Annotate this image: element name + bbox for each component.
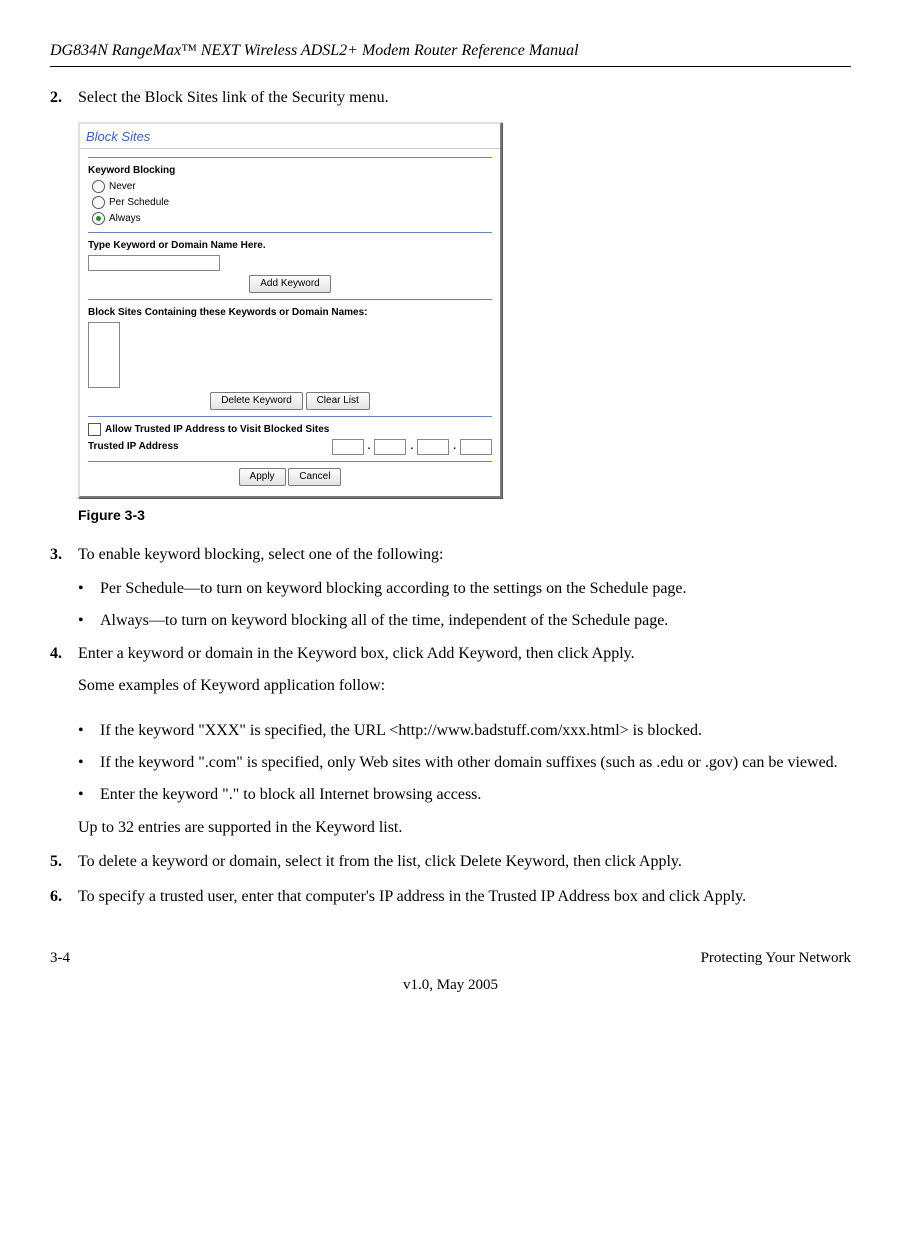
keyword-input[interactable]	[88, 255, 220, 271]
step-number: 2.	[50, 87, 78, 109]
option-never[interactable]: Never	[92, 180, 492, 194]
step-number: 4.	[50, 643, 78, 708]
keyword-listbox[interactable]	[88, 322, 120, 388]
bullet-icon: •	[78, 784, 100, 806]
step-3: 3. To enable keyword blocking, select on…	[50, 544, 851, 566]
delete-keyword-button[interactable]: Delete Keyword	[210, 392, 303, 410]
figure-block-sites: Block Sites Keyword Blocking Never Per S…	[78, 122, 851, 498]
bullet-dot-keyword: •Enter the keyword "." to block all Inte…	[78, 784, 851, 806]
cancel-button[interactable]: Cancel	[288, 468, 341, 486]
bullet-text: Always—to turn on keyword blocking all o…	[100, 610, 851, 632]
ip-octet-4[interactable]	[460, 439, 492, 455]
radio-icon	[92, 196, 105, 209]
panel-title: Block Sites	[80, 124, 500, 149]
keyword-blocking-label: Keyword Blocking	[88, 164, 492, 178]
radio-icon	[92, 212, 105, 225]
page-footer: 3-4 Protecting Your Network	[50, 948, 851, 969]
dot: .	[368, 440, 371, 454]
block-list-label: Block Sites Containing these Keywords or…	[88, 306, 492, 320]
bullet-always: •Always—to turn on keyword blocking all …	[78, 610, 851, 632]
radio-icon	[92, 180, 105, 193]
trusted-ip-label: Trusted IP Address	[88, 440, 328, 454]
trusted-check-label: Allow Trusted IP Address to Visit Blocke…	[105, 424, 329, 435]
bullet-text: Enter the keyword "." to block all Inter…	[100, 784, 851, 806]
bullet-text: If the keyword "XXX" is specified, the U…	[100, 720, 851, 742]
bullet-com: •If the keyword ".com" is specified, onl…	[78, 752, 851, 774]
step-text: To delete a keyword or domain, select it…	[78, 851, 851, 873]
ip-octet-3[interactable]	[417, 439, 449, 455]
step-number: 3.	[50, 544, 78, 566]
examples-intro: Some examples of Keyword application fol…	[78, 675, 851, 697]
add-keyword-button[interactable]: Add Keyword	[249, 275, 330, 293]
section-title: Protecting Your Network	[701, 948, 851, 969]
step-text: Enter a keyword or domain in the Keyword…	[78, 643, 851, 665]
step-4-tail: Up to 32 entries are supported in the Ke…	[50, 817, 851, 839]
clear-list-button[interactable]: Clear List	[306, 392, 370, 410]
option-always[interactable]: Always	[92, 212, 492, 226]
step-5: 5. To delete a keyword or domain, select…	[50, 851, 851, 873]
option-label: Always	[109, 212, 141, 226]
dot: .	[410, 440, 413, 454]
bullet-icon: •	[78, 578, 100, 600]
step-text: Select the Block Sites link of the Secur…	[78, 87, 851, 109]
step-number: 6.	[50, 886, 78, 908]
step-6: 6. To specify a trusted user, enter that…	[50, 886, 851, 908]
page-number: 3-4	[50, 948, 70, 969]
option-per-schedule[interactable]: Per Schedule	[92, 196, 492, 210]
block-sites-window: Block Sites Keyword Blocking Never Per S…	[78, 122, 502, 498]
bullet-xxx: •If the keyword "XXX" is specified, the …	[78, 720, 851, 742]
bullet-per-schedule: •Per Schedule—to turn on keyword blockin…	[78, 578, 851, 600]
checkbox-icon	[88, 423, 101, 436]
bullet-icon: •	[78, 610, 100, 632]
ip-octet-2[interactable]	[374, 439, 406, 455]
bullet-icon: •	[78, 720, 100, 742]
step-4: 4. Enter a keyword or domain in the Keyw…	[50, 643, 851, 708]
step-2: 2. Select the Block Sites link of the Se…	[50, 87, 851, 109]
step-tail-text: Up to 32 entries are supported in the Ke…	[78, 817, 851, 839]
step-text: To enable keyword blocking, select one o…	[78, 544, 851, 566]
ip-octet-1[interactable]	[332, 439, 364, 455]
step-text: To specify a trusted user, enter that co…	[78, 886, 851, 908]
bullet-icon: •	[78, 752, 100, 774]
apply-button[interactable]: Apply	[239, 468, 286, 486]
step-number: 5.	[50, 851, 78, 873]
bullet-text: Per Schedule—to turn on keyword blocking…	[100, 578, 851, 600]
trusted-check-row[interactable]: Allow Trusted IP Address to Visit Blocke…	[88, 423, 492, 437]
running-header: DG834N RangeMax™ NEXT Wireless ADSL2+ Mo…	[50, 40, 851, 62]
bullet-text: If the keyword ".com" is specified, only…	[100, 752, 851, 774]
header-rule	[50, 66, 851, 67]
type-keyword-label: Type Keyword or Domain Name Here.	[88, 239, 492, 253]
option-label: Never	[109, 180, 136, 194]
dot: .	[453, 440, 456, 454]
option-label: Per Schedule	[109, 196, 169, 210]
figure-caption: Figure 3-3	[78, 506, 851, 526]
footer-version: v1.0, May 2005	[50, 975, 851, 996]
